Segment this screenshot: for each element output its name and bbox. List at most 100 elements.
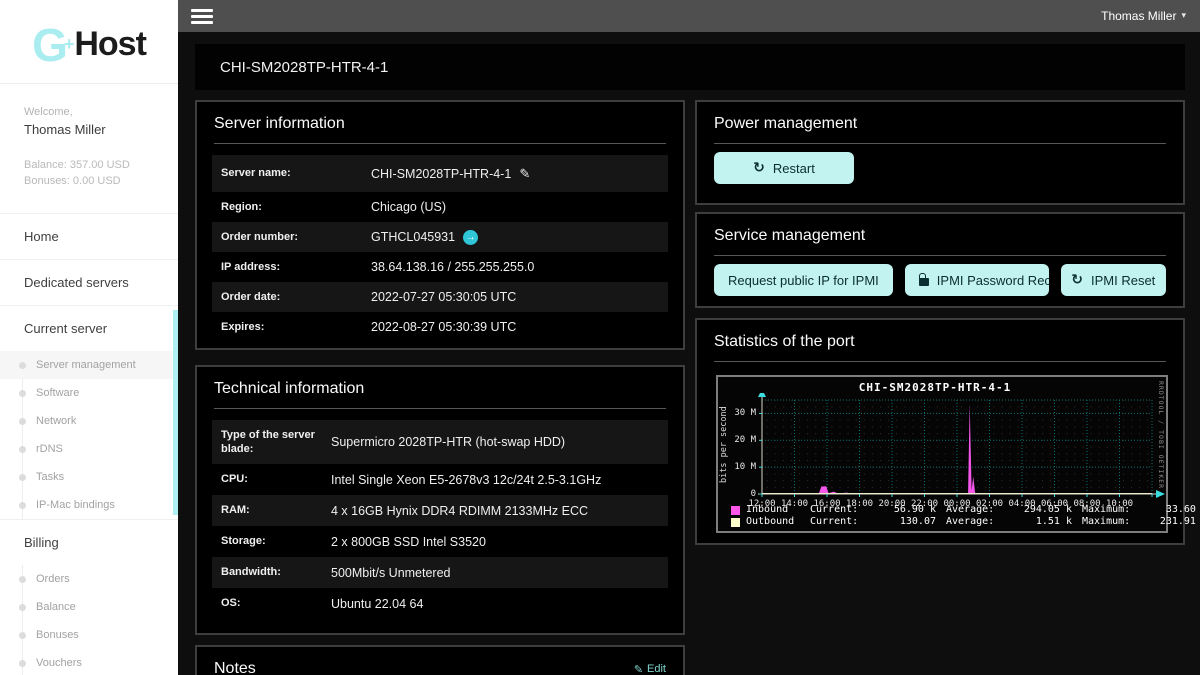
table-row: RAM: 4 x 16GB Hynix DDR4 RDIMM 2133MHz E… (212, 495, 668, 526)
app-root: G+Host Welcome, Thomas Miller Balance: 3… (0, 0, 1200, 675)
panel-title: Technical information (214, 380, 364, 398)
legend-cell: Inbound (746, 504, 810, 516)
row-label: RAM: (221, 503, 331, 517)
edit-server-name-icon[interactable]: ✎ (519, 166, 530, 182)
blade-type-value: Supermicro 2028TP-HTR (hot-swap HDD) (331, 435, 565, 449)
legend-row: OutboundCurrent:130.07Average:1.51 kMaxi… (731, 516, 1200, 528)
request-public-ip-ipmi-button[interactable]: Request public IP for IPMI (714, 264, 893, 296)
sidebar-item-tasks[interactable]: Tasks (0, 463, 178, 491)
ipmi-reset-button[interactable]: ↻ IPMI Reset (1061, 264, 1166, 296)
sub-label: rDNS (36, 443, 63, 455)
panel-title: Service management (714, 227, 865, 245)
welcome-block: Welcome, Thomas Miller Balance: 357.00 U… (0, 84, 178, 187)
sub-label: Software (36, 387, 79, 399)
pencil-icon: ✎ (634, 663, 643, 675)
active-section-indicator (173, 310, 178, 515)
refresh-icon: ↻ (753, 160, 765, 176)
legend-cell: 294.05 k (1006, 504, 1072, 516)
gthost-logo[interactable]: G+Host (0, 0, 178, 84)
chart-legend: InboundCurrent:56.90 kAverage:294.05 kMa… (731, 504, 1200, 528)
restart-label: Restart (773, 161, 815, 176)
bullet-icon (19, 632, 26, 639)
welcome-label: Welcome, (24, 106, 178, 118)
sub-label: Server management (36, 359, 136, 371)
lock-icon (919, 278, 929, 286)
cpu-value: Intel Single Xeon E5-2678v3 12c/24t 2.5-… (331, 473, 601, 487)
legend-swatch-icon (731, 518, 740, 527)
storage-value: 2 x 800GB SSD Intel S3520 (331, 535, 486, 549)
expires-value: 2022-08-27 05:30:39 UTC (371, 320, 516, 334)
topbar-user-name: Thomas Miller (1101, 9, 1176, 23)
port-statistics-panel: Statistics of the port CHI-SM2028TP-HTR-… (695, 318, 1185, 545)
sidebar-item-orders[interactable]: Orders (0, 565, 178, 593)
open-order-arrow-icon[interactable]: → (463, 230, 478, 245)
user-account-menu[interactable]: Thomas Miller ▾ (1101, 9, 1186, 23)
sidebar-item-bonuses[interactable]: Bonuses (0, 621, 178, 649)
page-title-bar: CHI-SM2028TP-HTR-4-1 (195, 44, 1185, 90)
technical-information-panel: Technical information Type of the server… (195, 365, 685, 635)
table-row: Region: Chicago (US) (212, 192, 668, 222)
table-row: CPU: Intel Single Xeon E5-2678v3 12c/24t… (212, 464, 668, 495)
billing-submenu: Orders Balance Bonuses Vouchers Cart (0, 565, 178, 675)
sidebar-item-network[interactable]: Network (0, 407, 178, 435)
panel-title: Power management (714, 115, 857, 133)
sidebar-user-name: Thomas Miller (24, 122, 178, 137)
legend-cell: Average: (946, 516, 1006, 528)
table-row: Bandwidth: 500Mbit/s Unmetered (212, 557, 668, 588)
y-tick-label: 10 M (722, 462, 756, 472)
row-label: Order date: (221, 290, 371, 304)
sidebar-item-server-management[interactable]: Server management (0, 351, 178, 379)
hamburger-menu-icon[interactable] (191, 6, 213, 27)
ipmi-password-recovery-button[interactable]: IPMI Password Recovery (905, 264, 1049, 296)
legend-cell: Maximum: (1082, 516, 1142, 528)
row-label: Server name: (221, 166, 371, 180)
traffic-graph: CHI-SM2028TP-HTR-4-1 bits per second RRD… (716, 375, 1168, 533)
bullet-icon (19, 474, 26, 481)
bullet-icon (19, 604, 26, 611)
current-server-submenu: Server management Software Network rDNS … (0, 351, 178, 519)
row-label: IP address: (221, 260, 371, 274)
sidebar-item-current-server[interactable]: Current server (0, 306, 178, 351)
bullet-icon (19, 390, 26, 397)
y-tick-label: 0 (722, 489, 756, 499)
sub-label: IP-Mac bindings (36, 499, 115, 511)
bullet-icon (19, 576, 26, 583)
sub-label: Tasks (36, 471, 64, 483)
bullet-icon (19, 418, 26, 425)
edit-notes-button[interactable]: ✎ Edit (634, 663, 666, 675)
sidebar-item-vouchers[interactable]: Vouchers (0, 649, 178, 675)
row-label: Order number: (221, 230, 371, 244)
table-row: Order number: GTHCL045931→ (212, 222, 668, 252)
edit-label: Edit (647, 663, 666, 675)
sidebar-item-balance[interactable]: Balance (0, 593, 178, 621)
sidebar-item-software[interactable]: Software (0, 379, 178, 407)
sidebar-item-ip-mac-bindings[interactable]: IP-Mac bindings (0, 491, 178, 519)
sub-label: Bonuses (36, 629, 79, 641)
sidebar-item-dedicated-servers[interactable]: Dedicated servers (0, 260, 178, 305)
legend-cell: Maximum: (1082, 504, 1142, 516)
sidebar-menu: Home Dedicated servers Current server Se… (0, 213, 178, 675)
restart-button[interactable]: ↻ Restart (714, 152, 854, 184)
table-row: OS: Ubuntu 22.04 64 (212, 588, 668, 619)
legend-cell: 33.60 M (1142, 504, 1200, 516)
ram-value: 4 x 16GB Hynix DDR4 RDIMM 2133MHz ECC (331, 504, 588, 518)
panel-title: Server information (214, 115, 345, 133)
chevron-down-icon: ▾ (1181, 11, 1186, 21)
sidebar-item-home[interactable]: Home (0, 214, 178, 259)
row-label: OS: (221, 596, 331, 610)
button-label: Request public IP for IPMI (728, 273, 879, 288)
sub-label: Network (36, 415, 76, 427)
bullet-icon (19, 362, 26, 369)
sidebar-item-billing[interactable]: Billing (0, 520, 178, 565)
table-row: Server name: CHI-SM2028TP-HTR-4-1✎ (212, 155, 668, 192)
legend-cell: Outbound (746, 516, 810, 528)
os-value: Ubuntu 22.04 64 (331, 597, 423, 611)
sidebar-item-rdns[interactable]: rDNS (0, 435, 178, 463)
logo-plus: + (64, 34, 75, 55)
row-label: Type of the server blade: (221, 428, 331, 457)
bullet-icon (19, 446, 26, 453)
table-row: Order date: 2022-07-27 05:30:05 UTC (212, 282, 668, 312)
row-label: Region: (221, 200, 371, 214)
bullet-icon (19, 502, 26, 509)
row-label: CPU: (221, 472, 331, 486)
